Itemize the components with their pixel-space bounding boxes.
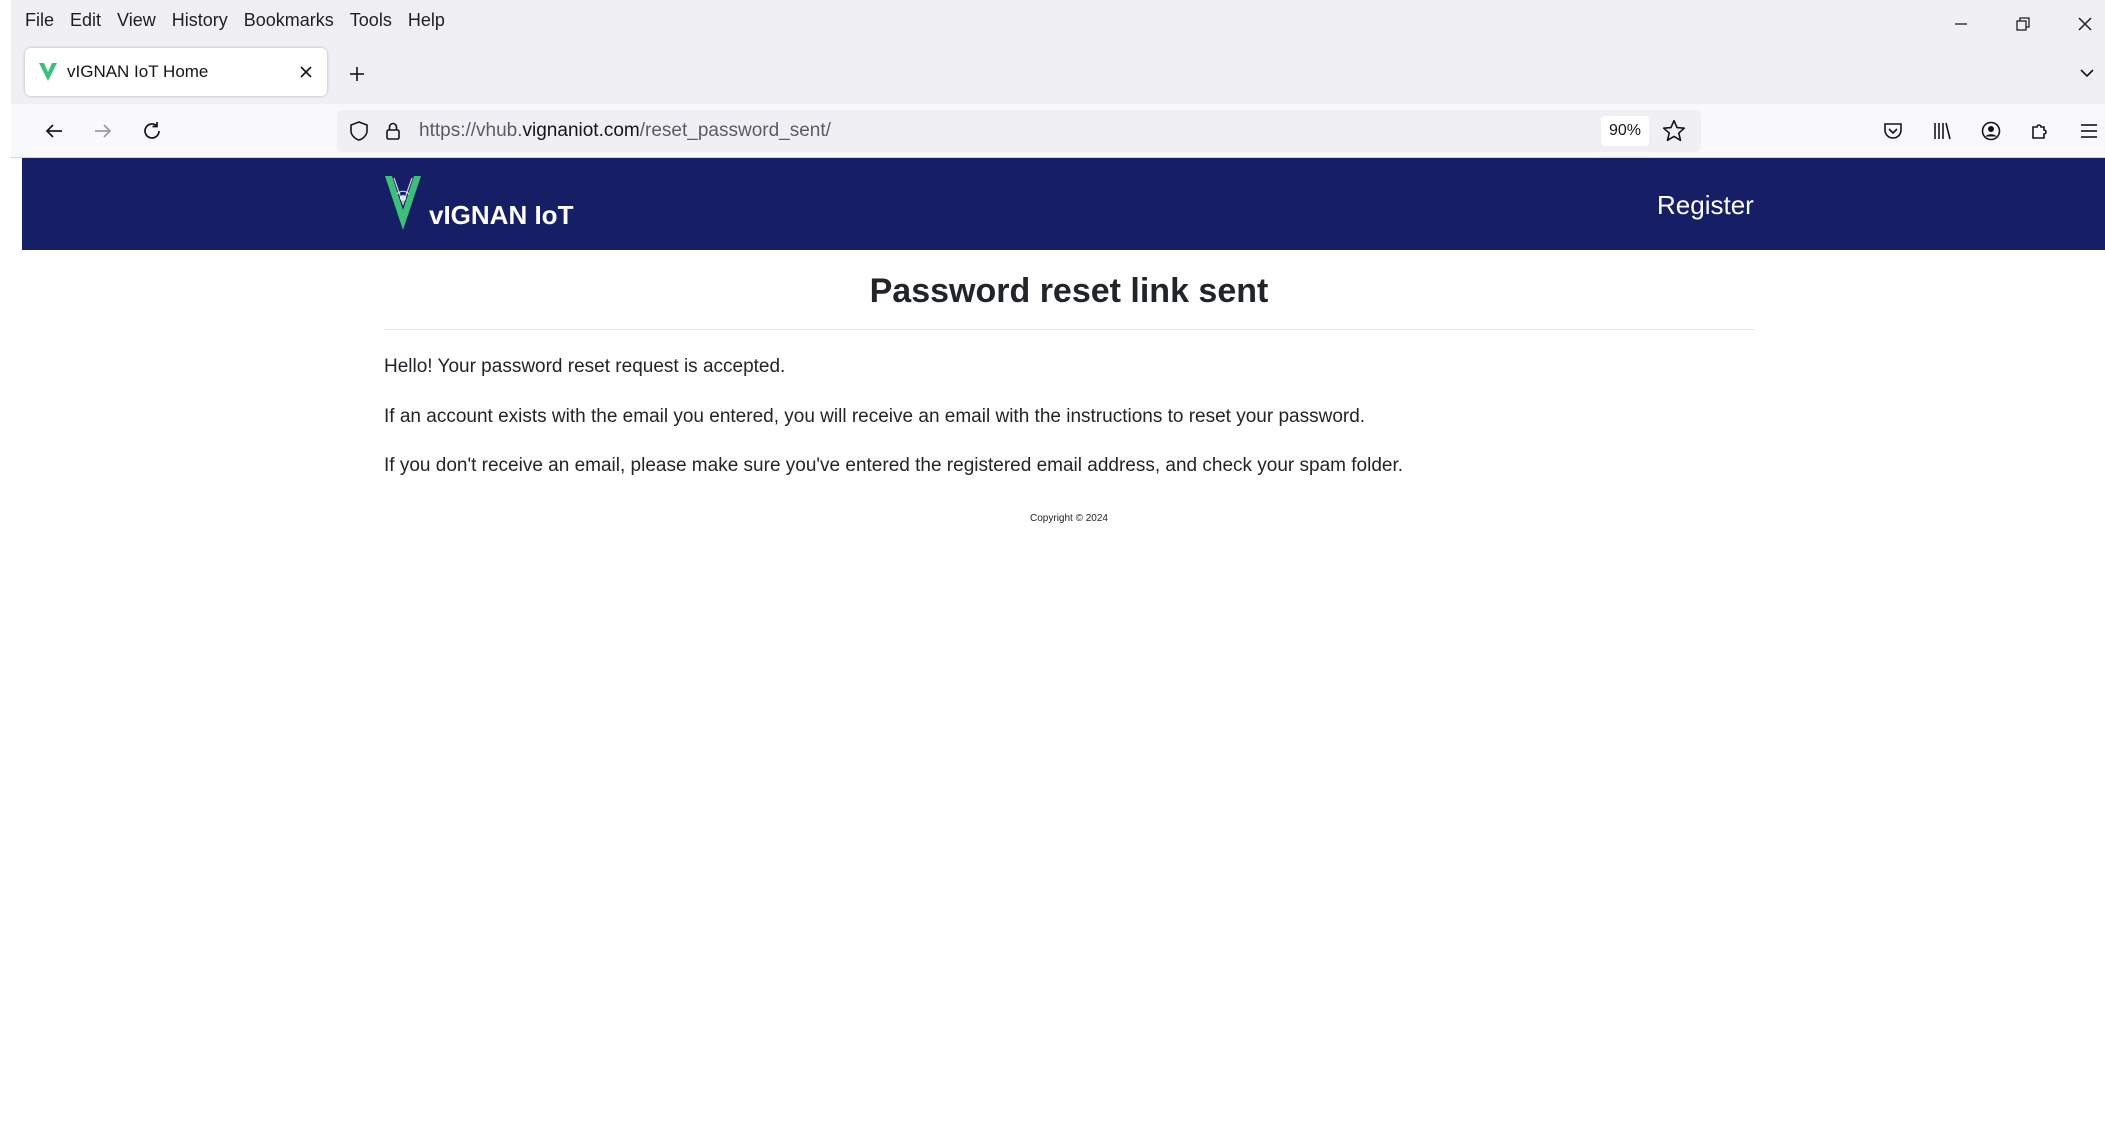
restore-icon — [2016, 17, 2030, 31]
page-title: Password reset link sent — [869, 272, 1269, 310]
close-icon — [2078, 17, 2092, 31]
tab-close-icon[interactable] — [297, 63, 315, 81]
arrow-right-icon — [95, 124, 112, 138]
site-header: vIGNAN IoT Register — [22, 158, 2105, 250]
app-menu-button[interactable] — [2072, 114, 2105, 148]
site-favicon-icon — [39, 63, 57, 81]
library-icon — [1934, 122, 1951, 140]
message-paragraph: If you don't receive an email, please ma… — [384, 455, 1404, 476]
copyright-footer: Copyright © 2024 — [1030, 513, 1108, 524]
account-button[interactable] — [1974, 114, 2008, 148]
window-controls — [1930, 0, 2105, 48]
back-button[interactable] — [37, 114, 71, 148]
restore-button[interactable] — [1992, 0, 2054, 48]
account-icon — [1981, 121, 2001, 141]
lock-icon[interactable] — [381, 119, 405, 143]
menu-history[interactable]: History — [172, 10, 228, 31]
puzzle-icon — [2032, 124, 2047, 139]
menu-file[interactable]: File — [25, 10, 54, 31]
new-tab-button[interactable] — [341, 58, 373, 90]
vignan-logo-icon[interactable] — [384, 174, 422, 232]
register-link[interactable]: Register — [1657, 190, 1754, 221]
url-path: /reset_password_sent/ — [639, 120, 831, 141]
menu-bar: File Edit View History Bookmarks Tools H… — [25, 0, 461, 40]
arrow-left-icon — [45, 124, 62, 138]
tab-vignan-home[interactable]: vIGNAN IoT Home — [25, 48, 327, 96]
shield-icon[interactable] — [347, 119, 371, 143]
message-paragraph: Hello! Your password reset request is ac… — [384, 356, 786, 377]
menu-view[interactable]: View — [117, 10, 156, 31]
browser-window: File Edit View History Bookmarks Tools H… — [0, 0, 2105, 1126]
url-domain: vignaniot.com — [522, 120, 640, 141]
message-paragraph: If an account exists with the email you … — [384, 406, 1366, 427]
reload-button[interactable] — [135, 114, 169, 148]
bookmark-star-icon[interactable] — [1661, 118, 1687, 144]
zoom-level-button[interactable]: 90% — [1601, 116, 1649, 146]
chevron-down-icon — [2080, 69, 2094, 78]
extensions-button[interactable] — [2023, 114, 2057, 148]
navigation-toolbar: https://vhub.vignaniot.com/reset_passwor… — [11, 104, 2105, 158]
site-brand[interactable]: vIGNAN IoT — [429, 200, 573, 231]
tab-strip: vIGNAN IoT Home — [11, 44, 2105, 100]
plus-icon — [350, 67, 364, 81]
address-bar[interactable]: https://vhub.vignaniot.com/reset_passwor… — [337, 110, 1701, 152]
close-window-button[interactable] — [2054, 0, 2105, 48]
url-prefix: https://vhub. — [419, 120, 523, 141]
url-text[interactable]: https://vhub.vignaniot.com/reset_passwor… — [419, 120, 1601, 142]
minimize-button[interactable] — [1930, 0, 1992, 48]
tab-title: vIGNAN IoT Home — [67, 62, 209, 81]
browser-chrome: File Edit View History Bookmarks Tools H… — [11, 0, 2105, 158]
forward-button[interactable] — [86, 114, 120, 148]
toolbar-right — [1861, 114, 2105, 148]
divider — [384, 329, 1754, 330]
reload-icon — [144, 122, 160, 139]
menu-help[interactable]: Help — [408, 10, 445, 31]
menu-tools[interactable]: Tools — [350, 10, 392, 31]
page-content: vIGNAN IoT Register Password reset link … — [22, 158, 2105, 1126]
menu-edit[interactable]: Edit — [70, 10, 101, 31]
pocket-button[interactable] — [1876, 114, 1910, 148]
minimize-icon — [1955, 23, 1967, 25]
library-button[interactable] — [1925, 114, 1959, 148]
list-all-tabs-button[interactable] — [2072, 58, 2102, 88]
hamburger-menu-icon — [2081, 124, 2097, 138]
menu-bookmarks[interactable]: Bookmarks — [244, 10, 334, 31]
pocket-icon — [1884, 123, 1902, 139]
